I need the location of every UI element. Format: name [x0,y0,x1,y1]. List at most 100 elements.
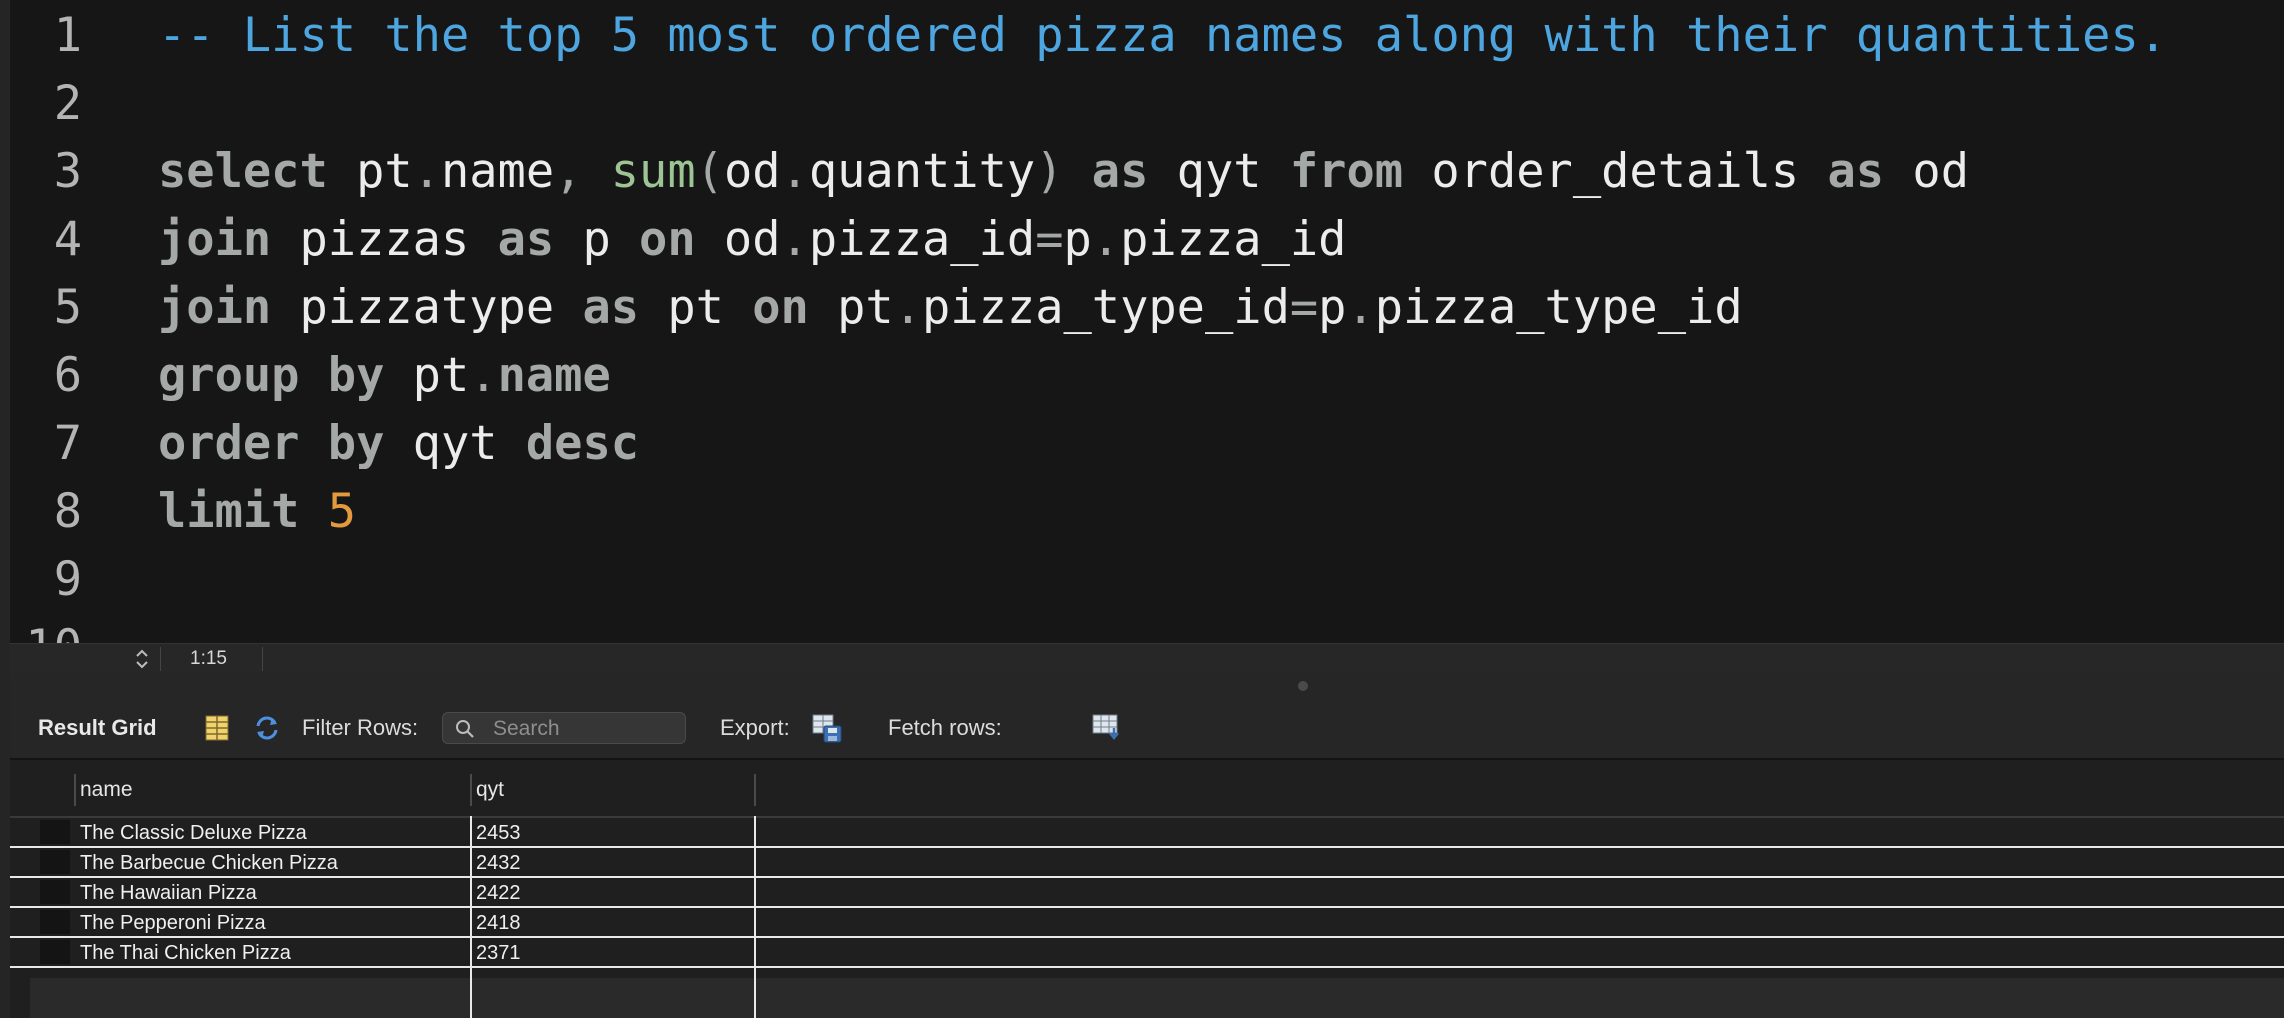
cell-qyt[interactable]: 2432 [476,848,521,876]
code-line[interactable]: 10 [10,614,2284,643]
code-text[interactable]: -- List the top 5 most ordered pizza nam… [158,2,2167,70]
code-token: join [158,212,272,267]
code-token: join [158,280,272,335]
code-token: od [723,144,781,199]
code-token: od [695,212,781,267]
cell-name[interactable]: The Classic Deluxe Pizza [80,818,307,846]
code-token: pt [327,144,413,199]
status-separator [262,647,263,671]
sql-editor[interactable]: 1 -- List the top 5 most ordered pizza na… [10,0,2284,643]
table-row[interactable]: The Classic Deluxe Pizza 2453 [10,818,2284,848]
code-line[interactable]: 1 -- List the top 5 most ordered pizza na… [10,2,2284,70]
code-token: order by [158,416,385,471]
code-text[interactable]: limit 5 [158,478,356,546]
code-text[interactable]: select pt.name, sum(od.quantity) as qyt … [158,138,1969,206]
row-selector[interactable] [40,850,70,874]
table-row[interactable]: The Hawaiian Pizza 2422 [10,878,2284,908]
table-row[interactable]: The Barbecue Chicken Pizza 2432 [10,848,2284,878]
code-line[interactable]: 8 limit 5 [10,478,2284,546]
filter-rows-search[interactable] [442,712,686,744]
code-token: sum [610,144,696,199]
result-grid[interactable]: name qyt The Classic Deluxe Pizza 2453 The… [10,760,2284,1018]
code-token: p [554,212,640,267]
grid-view-icon[interactable] [200,712,234,744]
line-number: 1 [53,8,82,63]
code-token: limit [158,484,300,539]
header-separator [470,774,472,806]
search-input[interactable] [491,716,680,742]
cell-name[interactable]: The Thai Chicken Pizza [80,938,291,966]
code-token: pizzas [271,212,498,267]
row-selector[interactable] [40,880,70,904]
line-number: 7 [53,416,82,471]
cursor-position: 1:15 [190,648,227,669]
code-token: as [582,280,640,335]
code-token: pizza_type_id [922,280,1290,335]
code-line[interactable]: 4 join pizzas as p on od.pizza_id=p.pizza… [10,206,2284,274]
row-selector[interactable] [40,820,70,844]
cell-name[interactable]: The Pepperoni Pizza [80,908,266,936]
code-text[interactable]: order by qyt desc [158,410,639,478]
code-line[interactable]: 3 select pt.name, sum(od.quantity) as qyt… [10,138,2284,206]
code-token: . [1091,212,1121,267]
pane-splitter[interactable] [10,673,2284,703]
line-number: 3 [53,144,82,199]
code-token: -- List the top 5 most ordered pizza nam… [158,8,2168,63]
code-token: from [1289,144,1404,199]
table-row[interactable]: The Thai Chicken Pizza 2371 [10,938,2284,968]
result-toolbar: Result Grid Filter Rows: Search Export: … [10,703,2284,760]
up-down-arrows-icon[interactable] [130,647,154,671]
code-token: as [1827,144,1885,199]
cell-qyt[interactable]: 2453 [476,818,521,846]
grid-header: name qyt [10,760,2284,818]
code-token: . [893,280,923,335]
code-token: = [1289,280,1319,335]
code-token: od [1884,144,1969,199]
code-token: ( [695,144,724,199]
code-line[interactable]: 9 [10,546,2284,614]
code-token: quantity [808,144,1036,199]
code-text[interactable]: group by pt.name [158,342,611,410]
code-token: p [1063,212,1092,267]
line-number: 6 [53,348,82,403]
code-token: 5 [299,484,357,539]
code-token: qyt [1148,144,1290,199]
header-separator [754,774,756,806]
row-selector[interactable] [40,910,70,934]
cell-qyt[interactable]: 2371 [476,938,521,966]
code-text[interactable]: join pizzas as p on od.pizza_id=p.pizza_… [158,206,1346,274]
line-number: 4 [53,212,82,267]
code-token: . [780,212,809,267]
left-edge [0,0,10,1018]
code-token: . [1346,280,1375,335]
cell-qyt[interactable]: 2418 [476,908,521,936]
refresh-icon[interactable] [250,712,284,744]
code-token: name [440,144,555,199]
fetch-rows-icon[interactable] [1090,712,1124,744]
export-icon[interactable] [810,712,844,744]
code-token: = [1035,212,1064,267]
row-selector[interactable] [40,940,70,964]
status-separator [160,647,161,671]
table-row[interactable]: The Pepperoni Pizza 2418 [10,908,2284,938]
column-header-qyt[interactable]: qyt [476,760,504,816]
column-header-name[interactable]: name [80,760,133,816]
column-divider [754,816,756,1018]
code-line[interactable]: 6 group by pt.name [10,342,2284,410]
filter-rows-label: Filter Rows: [302,715,419,740]
cell-name[interactable]: The Barbecue Chicken Pizza [80,848,338,876]
code-token: pizza_type_id [1374,280,1743,335]
splitter-handle[interactable] [1298,681,1308,691]
code-token: p [1318,280,1347,335]
cell-qyt[interactable]: 2422 [476,878,521,906]
code-token: , [554,144,611,199]
code-line[interactable]: 5 join pizzatype as pt on pt.pizza_type_i… [10,274,2284,342]
header-separator [74,774,76,806]
code-token: name [497,348,611,403]
code-line[interactable]: 2 [10,70,2284,138]
code-text[interactable]: join pizzatype as pt on pt.pizza_type_id… [158,274,1743,342]
code-token: as [497,212,555,267]
code-line[interactable]: 7 order by qyt desc [10,410,2284,478]
cell-name[interactable]: The Hawaiian Pizza [80,878,257,906]
code-token: on [639,212,696,267]
